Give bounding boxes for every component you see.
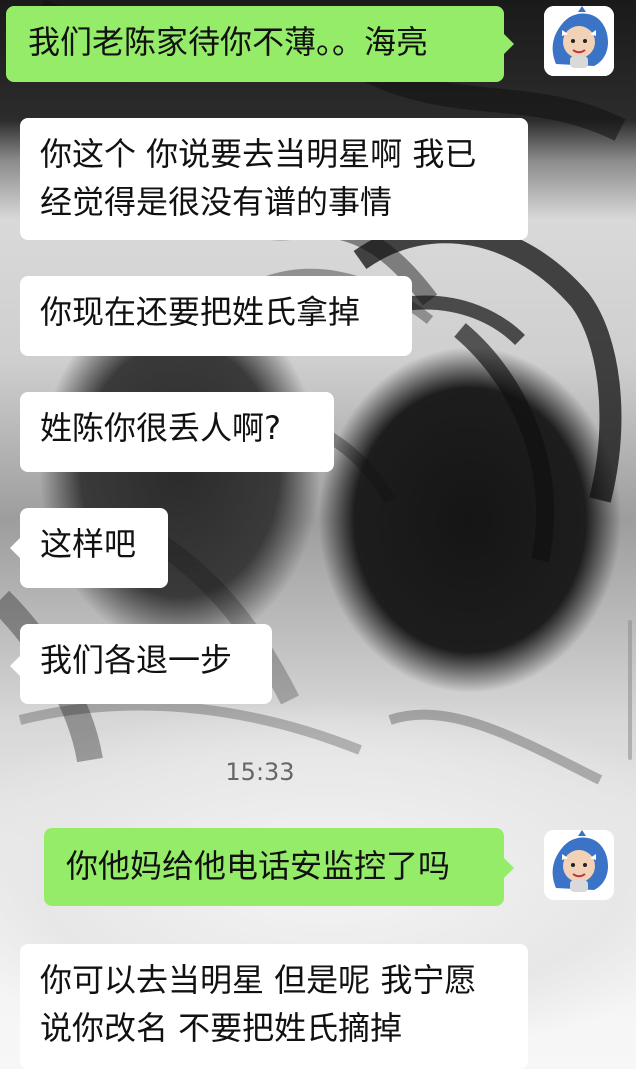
avatar[interactable]	[544, 830, 614, 900]
message-bubble[interactable]: 你可以去当明星 但是呢 我宁愿 说你改名 不要把姓氏摘掉	[20, 944, 528, 1069]
message-text: 我们各退一步	[40, 641, 233, 679]
message-bubble[interactable]: 姓陈你很丢人啊?	[20, 392, 334, 472]
avatar[interactable]	[544, 6, 614, 76]
message-text-line: 说你改名 不要把姓氏摘掉	[40, 1009, 403, 1047]
message-text: 你现在还要把姓氏拿掉	[40, 293, 361, 331]
message-bubble[interactable]: 这样吧	[20, 508, 168, 588]
message-text-line: 你可以去当明星 但是呢 我宁愿	[40, 961, 477, 999]
shark-hood-avatar-icon	[544, 830, 614, 900]
bubble-tail	[504, 858, 514, 878]
bubble-tail	[504, 34, 514, 54]
message-text: 姓陈你很丢人啊?	[40, 409, 281, 447]
message-text: 我们老陈家待你不薄。。海亮	[28, 23, 429, 61]
message-bubble[interactable]: 你他妈给他电话安监控了吗	[44, 828, 504, 906]
message-bubble[interactable]: 我们老陈家待你不薄。。海亮	[6, 6, 504, 82]
message-bubble[interactable]: 我们各退一步	[20, 624, 272, 704]
scroll-indicator[interactable]	[628, 620, 632, 760]
message-text: 这样吧	[40, 525, 137, 563]
shark-hood-avatar-icon	[544, 6, 614, 76]
message-bubble[interactable]: 你现在还要把姓氏拿掉	[20, 276, 412, 356]
message-bubble[interactable]: 你这个 你说要去当明星啊 我已 经觉得是很没有谱的事情	[20, 118, 528, 240]
message-text: 你他妈给他电话安监控了吗	[66, 847, 451, 885]
message-text-line: 经觉得是很没有谱的事情	[40, 183, 393, 221]
chat-timestamp: 15:33	[225, 758, 295, 786]
bubble-tail	[10, 656, 20, 676]
bubble-tail	[10, 538, 20, 558]
message-text-line: 你这个 你说要去当明星啊 我已	[40, 135, 477, 173]
